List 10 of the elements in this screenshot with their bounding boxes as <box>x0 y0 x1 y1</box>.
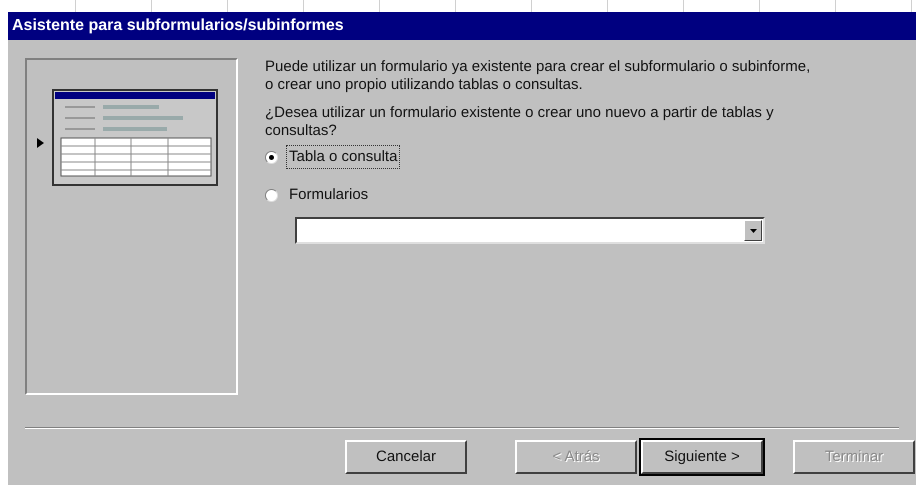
radio-label[interactable]: Tabla o consulta <box>286 144 400 170</box>
wizard-button[interactable]: Cancelar <box>345 440 467 474</box>
wizard-button[interactable]: Siguiente > <box>641 440 763 474</box>
radio-label[interactable]: Formularios <box>286 182 372 208</box>
description-text: Puede utilizar un formulario ya existente para crear el subformulario o subinforme, o crear uno propio utilizando tablas o consultas. <box>265 58 812 94</box>
dropdown-field[interactable] <box>295 217 765 244</box>
window-title: Asistente para subformularios/subinformes <box>12 16 344 36</box>
radio-button[interactable] <box>265 150 278 164</box>
radio-button[interactable] <box>265 188 278 202</box>
question-text: ¿Desea utilizar un formulario existente o crear uno nuevo a partir de tablas y consultas? <box>265 104 775 140</box>
